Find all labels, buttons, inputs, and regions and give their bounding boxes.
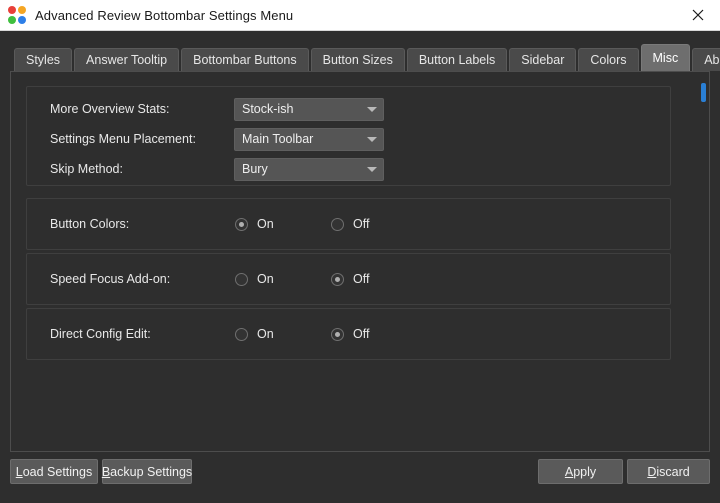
skip-method-value: Bury [242,162,268,176]
load-settings-button[interactable]: Load Settings [10,459,98,484]
radio-icon [235,327,248,341]
apply-accel: A [564,464,574,479]
label-button-colors: Button Colors: [50,217,130,231]
label-skip-method: Skip Method: [50,162,123,176]
button-colors-radio-off[interactable]: Off [331,217,369,231]
settings-window: Advanced Review Bottombar Settings Menu … [0,0,720,503]
direct-config-edit-off-label: Off [353,327,370,341]
tab-button-sizes[interactable]: Button Sizes [310,48,405,71]
direct-config-edit-radio-off[interactable]: Off [331,327,369,341]
more-overview-stats-value: Stock-ish [242,102,294,116]
load-accel: L [15,464,23,479]
more-overview-stats-dropdown[interactable]: Stock-ish [234,97,384,121]
chevron-down-icon [361,129,383,150]
load-rest: oad Settings [22,464,93,479]
discard-rest: iscard [656,464,690,479]
radio-icon [331,327,344,341]
backup-rest: ackup Settings [110,464,193,479]
tab-sidebar[interactable]: Sidebar [509,48,577,71]
field-skip-method: Skip Method: Bury [27,155,670,183]
label-more-overview-stats: More Overview Stats: [50,102,170,116]
settings-menu-placement-value: Main Toolbar [242,132,314,146]
chevron-down-icon [361,159,383,180]
skip-method-dropdown[interactable]: Bury [234,157,384,181]
button-colors-on-label: On [257,217,274,231]
close-window-button[interactable] [676,0,720,30]
scrollbar-thumb[interactable] [701,83,706,102]
tab-bottombar-buttons[interactable]: Bottombar Buttons [181,48,309,71]
close-icon [692,9,704,21]
tab-content-panel: More Overview Stats: Stock-ish Settings … [10,71,710,452]
tab-about[interactable]: About [692,48,720,71]
speed-focus-addon-radio-on[interactable]: On [235,272,274,286]
tab-button-labels[interactable]: Button Labels [406,48,508,71]
chevron-down-icon [361,99,383,120]
button-colors-off-label: Off [353,217,370,231]
field-more-overview-stats: More Overview Stats: Stock-ish [27,95,670,123]
tab-strip: Styles Answer Tooltip Bottombar Buttons … [14,31,720,71]
speed-focus-addon-on-label: On [257,272,274,286]
window-title: Advanced Review Bottombar Settings Menu [35,7,294,23]
tab-misc[interactable]: Misc [640,44,691,71]
radio-icon [331,272,344,286]
radio-icon [331,217,344,231]
radio-icon [235,217,248,231]
field-settings-menu-placement: Settings Menu Placement: Main Toolbar [27,125,670,153]
button-colors-group: Button Colors: On Off [26,198,671,250]
tab-colors[interactable]: Colors [578,48,639,71]
backup-settings-button[interactable]: Backup Settings [102,459,192,484]
apply-button[interactable]: Apply [538,459,623,484]
button-colors-radio-on[interactable]: On [235,217,274,231]
speed-focus-addon-group: Speed Focus Add-on: On Off [26,253,671,305]
apply-rest: pply [573,464,597,479]
radio-icon [235,272,248,286]
speed-focus-addon-off-label: Off [353,272,370,286]
label-settings-menu-placement: Settings Menu Placement: [50,132,196,146]
settings-menu-placement-dropdown[interactable]: Main Toolbar [234,127,384,151]
scroll-content: More Overview Stats: Stock-ish Settings … [11,72,701,451]
discard-button[interactable]: Discard [627,459,710,484]
tab-answer-tooltip[interactable]: Answer Tooltip [74,48,180,71]
vertical-scrollbar[interactable] [699,73,708,451]
backup-accel: B [101,464,111,479]
direct-config-edit-radio-on[interactable]: On [235,327,274,341]
direct-config-edit-on-label: On [257,327,274,341]
titlebar: Advanced Review Bottombar Settings Menu [0,0,720,31]
tab-bar: Styles Answer Tooltip Bottombar Buttons … [0,31,720,71]
label-speed-focus-addon: Speed Focus Add-on: [50,272,171,286]
label-direct-config-edit: Direct Config Edit: [50,327,151,341]
speed-focus-addon-radio-off[interactable]: Off [331,272,369,286]
dropdown-settings-group: More Overview Stats: Stock-ish Settings … [26,86,671,186]
discard-accel: D [647,464,657,479]
dialog-button-bar: Load Settings Backup Settings Apply Disc… [0,459,720,503]
tab-styles[interactable]: Styles [14,48,73,71]
anki-dots-icon [8,6,26,24]
direct-config-edit-group: Direct Config Edit: On Off [26,308,671,360]
